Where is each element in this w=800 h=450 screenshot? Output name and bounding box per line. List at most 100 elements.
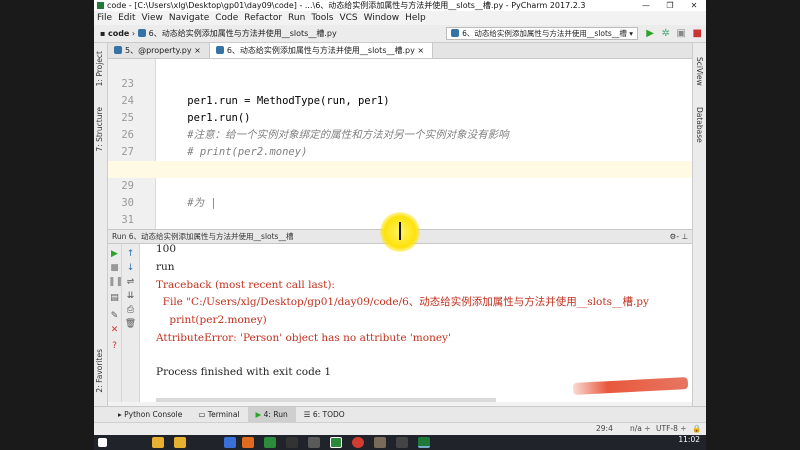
console-horizontal-scrollbar[interactable] <box>156 398 496 402</box>
pin-icon[interactable]: ✎ <box>108 310 121 322</box>
presentation-icon[interactable] <box>242 437 254 448</box>
window-title: code - [C:\Users\xlg\Desktop\gp01\day09\… <box>107 1 586 10</box>
tab-label: Python Console <box>124 410 183 419</box>
close-icon[interactable]: ✕ <box>108 324 121 336</box>
caret-position[interactable]: 29:4 <box>596 423 613 435</box>
arrow-down-icon[interactable]: ↓ <box>122 262 139 274</box>
menu-view[interactable]: View <box>142 11 163 25</box>
editor-app-icon[interactable] <box>264 437 276 448</box>
pycharm-taskbar-icon[interactable] <box>418 437 430 448</box>
chevron-down-icon: ▾ <box>629 29 633 38</box>
code-editor[interactable]: 23 per1.run = MethodType(run, per1) 24 p… <box>108 59 692 229</box>
menu-refactor[interactable]: Refactor <box>244 11 282 25</box>
left-tool-strip: 1: Project 7: Structure 2: Favorites <box>94 43 108 406</box>
todo-icon: ☰ <box>303 410 313 419</box>
code-line: 30 <box>108 178 692 209</box>
minimize-button[interactable]: — <box>634 0 658 11</box>
bottom-tool-tabs: ▸ Python Console ▭ Terminal ▶ 4: Run ☰ 6… <box>94 406 706 422</box>
file-explorer-icon[interactable] <box>152 437 164 448</box>
folder-icon[interactable] <box>174 437 186 448</box>
console-error-line: AttributeError: 'Person' object has no a… <box>156 332 451 344</box>
run-icon: ▶ <box>255 410 264 419</box>
close-tab-icon[interactable]: × <box>417 46 424 55</box>
print-icon[interactable]: ⎙ <box>122 304 139 316</box>
rerun-icon[interactable]: ▶ <box>108 248 121 260</box>
breadcrumb-project[interactable]: code <box>108 29 129 38</box>
line-separator[interactable]: n/a ÷ <box>630 423 651 435</box>
menu-run[interactable]: Run <box>288 11 305 25</box>
chrome-icon[interactable] <box>352 437 364 448</box>
console-error-line: print(per2.money) <box>156 314 267 326</box>
python-file-icon <box>215 46 224 54</box>
run-panel-title: Run 6、动态给实例添加属性与方法并使用__slots__槽 <box>112 232 294 241</box>
media-player-icon[interactable] <box>286 437 298 448</box>
tool-tab-database[interactable]: Database <box>695 107 704 143</box>
file-encoding[interactable]: UTF-8 ÷ <box>656 423 687 435</box>
menu-help[interactable]: Help <box>405 11 426 25</box>
debug-icon[interactable]: ✲ <box>662 27 670 40</box>
code-line: 31 <box>108 195 692 226</box>
editor-tabs: 5、@property.py × 6、动态给实例添加属性与方法并使用__slot… <box>108 43 692 59</box>
menu-tools[interactable]: Tools <box>311 11 333 25</box>
tool-tab-project[interactable]: 1: Project <box>95 51 104 86</box>
menu-code[interactable]: Code <box>215 11 238 25</box>
menu-file[interactable]: File <box>97 11 112 25</box>
tab-todo[interactable]: ☰ 6: TODO <box>296 407 353 422</box>
word-icon[interactable] <box>224 437 236 448</box>
tool-tab-structure[interactable]: 7: Structure <box>95 107 104 152</box>
window-controls: — ❐ ✕ <box>634 0 706 11</box>
drive-icon[interactable] <box>308 437 320 448</box>
menu-edit[interactable]: Edit <box>118 11 135 25</box>
python-file-icon <box>114 46 122 54</box>
vim-icon[interactable] <box>330 437 342 448</box>
tab-python-console[interactable]: ▸ Python Console <box>110 407 190 422</box>
run-config-select[interactable]: 6、动态给实例添加属性与方法并使用__slots__槽 ▾ <box>446 27 638 40</box>
start-icon[interactable] <box>98 438 107 447</box>
app-icon[interactable] <box>396 437 408 448</box>
settings-icon[interactable]: ⚙- ⊥ <box>670 230 688 243</box>
maximize-button[interactable]: ❐ <box>658 0 682 11</box>
stop-icon[interactable]: ■ <box>108 262 121 274</box>
image-app-icon[interactable] <box>374 437 386 448</box>
menu-vcs[interactable]: VCS <box>339 11 357 25</box>
console-line: 100 <box>156 244 177 255</box>
text-cursor-icon <box>399 222 401 240</box>
breadcrumb-file[interactable]: 6、动态给实例添加属性与方法并使用__slots__槽.py <box>149 29 337 38</box>
console-error-line: Traceback (most recent call last): <box>156 279 335 291</box>
taskbar-clock[interactable]: 11:02 <box>678 436 700 444</box>
tab-run[interactable]: ▶ 4: Run <box>247 407 296 422</box>
restore-layout-icon[interactable]: ▤ <box>108 292 121 304</box>
tool-tab-favorites[interactable]: 2: Favorites <box>95 349 104 393</box>
close-button[interactable]: ✕ <box>682 0 706 11</box>
code-line: 24 per1.run() <box>108 76 692 124</box>
run-console[interactable]: 100 run Traceback (most recent call last… <box>140 244 692 402</box>
stop-icon[interactable]: ■ <box>693 27 702 40</box>
python-file-icon <box>451 29 460 37</box>
tab-slots[interactable]: 6、动态给实例添加属性与方法并使用__slots__槽.py × <box>209 43 434 58</box>
status-bar: 29:4 n/a ÷ UTF-8 ÷ 🔒 <box>94 422 706 435</box>
clear-all-icon[interactable]: 🗑 <box>122 318 139 330</box>
close-tab-icon[interactable]: × <box>194 46 201 55</box>
menu-navigate[interactable]: Navigate <box>169 11 209 25</box>
arrow-up-icon[interactable]: ↑ <box>122 248 139 260</box>
tab-label: 4: Run <box>263 410 288 419</box>
line-number: 31 <box>121 214 134 226</box>
terminal-icon: ▭ <box>198 410 208 419</box>
run-icon[interactable]: ▶ <box>646 27 654 40</box>
code-line: 26 # print(per2.money) <box>108 110 692 158</box>
console-line: run <box>156 261 175 273</box>
help-icon[interactable]: ? <box>108 340 121 352</box>
folder-icon: ▪ <box>100 29 106 38</box>
title-bar: code - [C:\Users\xlg\Desktop\gp01\day09\… <box>94 0 706 11</box>
run-config-label: 6、动态给实例添加属性与方法并使用__slots__槽 <box>462 29 627 38</box>
menu-window[interactable]: Window <box>364 11 400 25</box>
tool-tab-sciview[interactable]: SciView <box>695 57 704 86</box>
lock-icon[interactable]: 🔒 <box>692 423 701 435</box>
pause-icon[interactable]: ❚❚ <box>108 276 123 288</box>
scroll-to-end-icon[interactable]: ⇊ <box>122 290 139 302</box>
soft-wrap-icon[interactable]: ⇌ <box>122 276 139 288</box>
coverage-icon[interactable]: ▣ <box>677 27 686 40</box>
tab-property[interactable]: 5、@property.py × <box>108 43 210 58</box>
console-error-link[interactable]: File "C:/Users/xlg/Desktop/gp01/day09/co… <box>156 294 649 311</box>
tab-terminal[interactable]: ▭ Terminal <box>190 407 247 422</box>
